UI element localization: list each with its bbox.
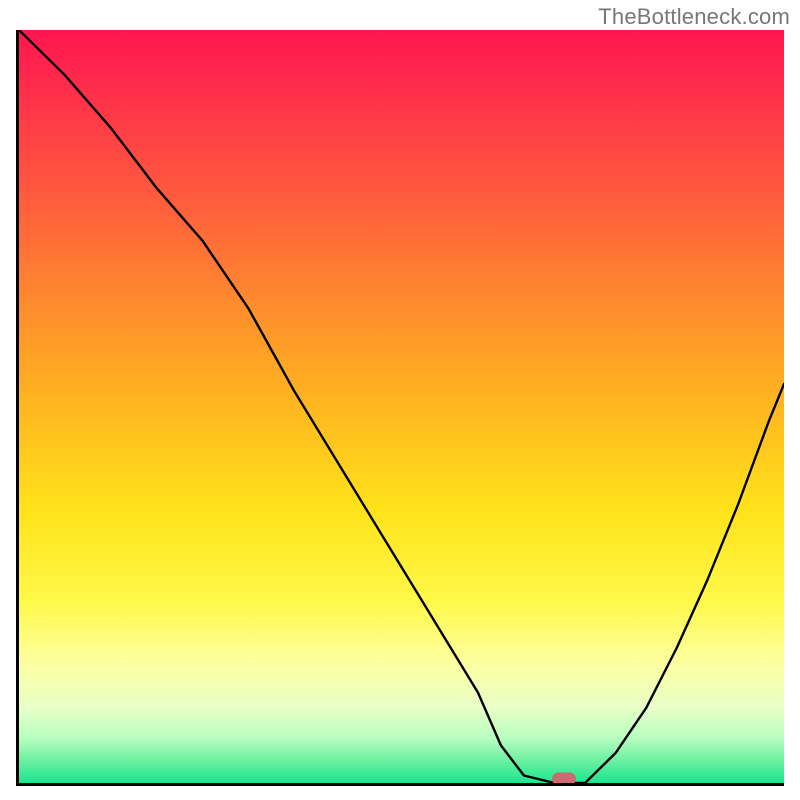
plot-area (16, 30, 784, 786)
watermark-label: TheBottleneck.com (598, 4, 790, 30)
chart-frame: TheBottleneck.com (0, 0, 800, 800)
bottleneck-curve (19, 30, 784, 783)
optimal-point-marker (552, 773, 576, 786)
